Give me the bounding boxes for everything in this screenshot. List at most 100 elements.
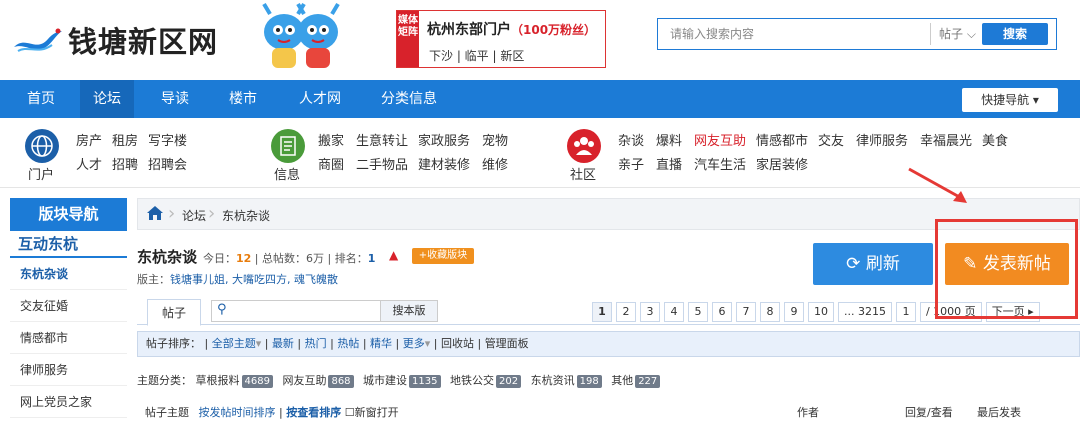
page-link[interactable]: 8 <box>760 302 780 322</box>
category-link[interactable]: 二手物品 <box>356 154 408 173</box>
topic-type[interactable]: 网友互助 868 <box>282 374 359 388</box>
sort-by-time[interactable]: 按发帖时间排序 <box>199 406 276 419</box>
category-link[interactable]: 幸福晨光 <box>920 130 972 149</box>
page-link[interactable]: 10 <box>808 302 834 322</box>
search-box: 帖子 ⌵ 搜索 <box>657 18 1057 50</box>
page-link[interactable]: 6 <box>712 302 732 322</box>
category-link[interactable]: 直播 <box>656 154 682 173</box>
sort-hot[interactable]: 热门 <box>305 337 327 350</box>
recycle-bin[interactable]: 回收站 <box>441 337 474 350</box>
topic-type[interactable]: 草根报料 4689 <box>196 374 279 388</box>
category-link[interactable]: 交友 <box>818 130 844 149</box>
page-link[interactable]: 9 <box>784 302 804 322</box>
sort-by-views[interactable]: 按查看排序 <box>286 406 341 419</box>
info-document-icon <box>271 129 305 163</box>
topic-type[interactable]: 其他 227 <box>611 374 666 388</box>
tab-posts[interactable]: 帖子 <box>147 299 201 326</box>
annotation-arrow-icon <box>908 167 967 203</box>
category-link[interactable]: 情感都市 <box>756 130 808 149</box>
nav-item-guide[interactable]: 导读 <box>148 80 202 118</box>
sidebar-item-lawyer[interactable]: 律师服务 <box>10 354 127 386</box>
page-link[interactable]: 2 <box>616 302 636 322</box>
sort-digest[interactable]: 精华 <box>370 337 392 350</box>
globe-icon <box>25 129 59 163</box>
column-headers: 帖子主题 按发帖时间排序 | 按查看排序 ☐新窗打开 作者 回复/查看 最后发表 <box>145 406 1021 419</box>
sidebar-group[interactable]: 互动东杭 <box>10 231 127 258</box>
category-link[interactable]: 招聘 <box>112 154 138 173</box>
topic-type[interactable]: 地铁公交 202 <box>450 374 527 388</box>
page-link[interactable]: 7 <box>736 302 756 322</box>
nav-item-home[interactable]: 首页 <box>14 80 68 118</box>
category-link[interactable]: 家居装修 <box>756 154 808 173</box>
category-link[interactable]: 租房 <box>112 130 138 149</box>
site-logo[interactable]: 钱塘新区网 <box>12 18 218 62</box>
page-link[interactable]: ... 3215 <box>838 302 892 322</box>
category-link[interactable]: 爆料 <box>656 130 682 149</box>
rank-up-arrow-icon: ▲ <box>389 248 399 262</box>
category-label-info: 信息 <box>274 168 301 183</box>
ad-subtitle: 下沙 | 临平 | 新区 <box>429 49 525 63</box>
breadcrumb-forum[interactable]: 论坛 <box>182 207 206 224</box>
category-link[interactable]: 商圈 <box>318 154 344 173</box>
col-replies: 回复/查看 <box>905 406 953 419</box>
category-link[interactable]: 招聘会 <box>148 154 187 173</box>
sidebar-title: 版块导航 <box>10 198 127 231</box>
new-window-checkbox[interactable]: ☐ <box>345 406 355 419</box>
category-link[interactable]: 人才 <box>76 154 102 173</box>
category-link[interactable]: 亲子 <box>618 154 644 173</box>
search-type-select[interactable]: 帖子 ⌵ <box>930 23 982 45</box>
sidebar-item-dating[interactable]: 交友征婚 <box>10 290 127 322</box>
favorite-forum-button[interactable]: +收藏版块 <box>412 248 474 264</box>
sidebar: 版块导航 互动东杭 东杭杂谈 交友征婚 情感都市 律师服务 网上党员之家 <box>10 198 127 427</box>
main-nav: 首页 论坛 导读 楼市 人才网 分类信息 快捷导航 ▾ <box>0 80 1080 118</box>
mascot-icon <box>262 2 340 68</box>
search-button[interactable]: 搜索 <box>982 23 1048 45</box>
nav-item-talent[interactable]: 人才网 <box>286 80 354 118</box>
page-link[interactable]: 3 <box>640 302 660 322</box>
forum-search-input[interactable] <box>211 300 381 322</box>
sort-hot-posts[interactable]: 热帖 <box>337 337 359 350</box>
sidebar-item-emotion[interactable]: 情感都市 <box>10 322 127 354</box>
sort-all[interactable]: 全部主题 <box>212 337 256 350</box>
category-link[interactable]: 美食 <box>982 130 1008 149</box>
breadcrumb-current[interactable]: 东杭杂谈 <box>222 207 270 224</box>
category-link[interactable]: 宠物 <box>482 130 508 149</box>
nav-item-forum[interactable]: 论坛 <box>80 80 134 118</box>
category-link[interactable]: 建材装修 <box>418 154 470 173</box>
page-number-input[interactable]: 1 <box>895 302 916 322</box>
page-link[interactable]: 4 <box>664 302 684 322</box>
nav-item-classified[interactable]: 分类信息 <box>372 80 446 118</box>
page-link[interactable]: 1 <box>592 302 612 322</box>
sort-latest[interactable]: 最新 <box>272 337 294 350</box>
category-link[interactable]: 搬家 <box>318 130 344 149</box>
search-forum-button[interactable]: 搜本版 <box>380 300 438 322</box>
category-link[interactable]: 生意转让 <box>356 130 408 149</box>
forum-stats: 今日：12 | 总帖数：6万 | 排名：1 <box>203 252 376 265</box>
refresh-button[interactable]: ⟳ 刷新 <box>813 243 933 285</box>
sidebar-item-party[interactable]: 网上党员之家 <box>10 386 127 418</box>
category-link-highlight[interactable]: 网友互助 <box>694 130 746 149</box>
category-link[interactable]: 维修 <box>482 154 508 173</box>
category-link[interactable]: 杂谈 <box>618 130 644 149</box>
sidebar-item-dongha[interactable]: 东杭杂谈 <box>10 258 127 290</box>
page-link[interactable]: 5 <box>688 302 708 322</box>
category-link[interactable]: 律师服务 <box>856 130 908 149</box>
category-label-community: 社区 <box>570 168 597 183</box>
nav-item-realestate[interactable]: 楼市 <box>216 80 270 118</box>
category-link[interactable]: 汽车生活 <box>694 154 746 173</box>
topic-type[interactable]: 城市建设 1135 <box>363 374 446 388</box>
category-link[interactable]: 家政服务 <box>418 130 470 149</box>
home-icon[interactable] <box>146 204 164 222</box>
search-input[interactable] <box>658 19 928 49</box>
topic-type[interactable]: 东杭资讯 198 <box>531 374 608 388</box>
sort-more[interactable]: 更多 <box>403 337 425 350</box>
category-link[interactable]: 房产 <box>76 130 102 149</box>
refresh-icon: ⟳ <box>846 254 861 274</box>
admin-panel[interactable]: 管理面板 <box>485 337 529 350</box>
media-ad-banner[interactable]: 媒体矩阵 杭州东部门户（100万粉丝） 下沙 | 临平 | 新区 <box>396 10 606 68</box>
col-topic: 帖子主题 <box>145 406 189 419</box>
category-link[interactable]: 写字楼 <box>148 130 187 149</box>
annotation-highlight-box <box>935 219 1078 319</box>
quick-nav-button[interactable]: 快捷导航 ▾ <box>962 88 1058 112</box>
breadcrumb-separator-icon: › <box>208 203 216 224</box>
